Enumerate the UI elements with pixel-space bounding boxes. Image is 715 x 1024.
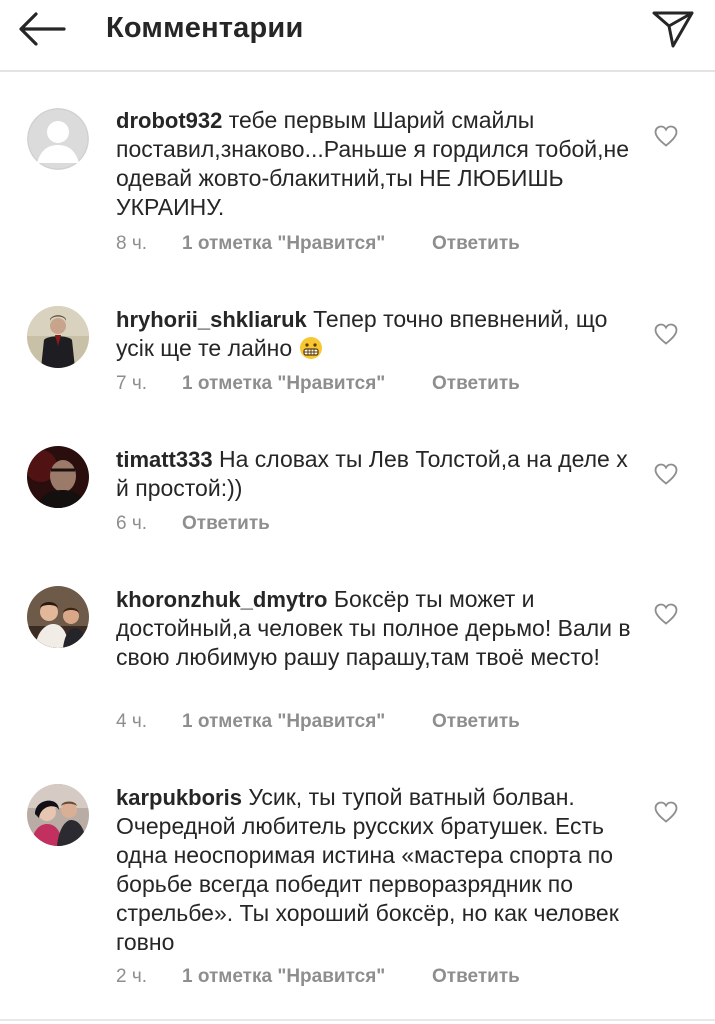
comment-text-block: drobot932 тебе первым Шарий смайлы поста… xyxy=(116,106,636,222)
grimacing-face-emoji xyxy=(299,336,323,360)
comment-time: 4 ч. xyxy=(116,711,148,732)
reply-button[interactable]: Ответить xyxy=(432,233,520,255)
user-photo xyxy=(27,306,89,368)
comment-username[interactable]: timatt333 xyxy=(116,447,213,472)
like-button[interactable] xyxy=(653,602,679,626)
heart-icon xyxy=(654,801,678,823)
comment-meta: 2 ч. 1 отметка "Нравится" Ответить xyxy=(116,966,520,988)
comment-time: 8 ч. xyxy=(116,233,148,254)
reply-button[interactable]: Ответить xyxy=(432,373,520,395)
heart-icon xyxy=(654,323,678,345)
reply-button[interactable]: Ответить xyxy=(432,711,520,733)
comment-time: 7 ч. xyxy=(116,373,148,394)
likes-count-link[interactable]: 1 отметка "Нравится" xyxy=(182,233,432,255)
comment-meta: 4 ч. 1 отметка "Нравится" Ответить xyxy=(116,711,520,733)
comment-text-block: karpukboris Усик, ты тупой ватный болван… xyxy=(116,783,636,957)
comment-text-block: hryhorii_shkliaruk Тепер точно впевнений… xyxy=(116,305,636,363)
like-button[interactable] xyxy=(653,462,679,486)
comment-meta: 7 ч. 1 отметка "Нравится" Ответить xyxy=(116,373,520,395)
heart-icon xyxy=(654,463,678,485)
like-button[interactable] xyxy=(653,322,679,346)
like-button[interactable] xyxy=(653,800,679,824)
reply-button[interactable]: Ответить xyxy=(182,513,270,535)
avatar[interactable] xyxy=(27,446,89,508)
avatar[interactable] xyxy=(27,108,89,170)
page-title: Комментарии xyxy=(106,12,304,44)
comment-time: 6 ч. xyxy=(116,513,148,534)
avatar[interactable] xyxy=(27,306,89,368)
back-button[interactable] xyxy=(14,9,68,49)
comment-username[interactable]: drobot932 xyxy=(116,108,222,133)
divider xyxy=(0,1019,715,1021)
paper-plane-icon xyxy=(652,11,694,48)
avatar[interactable] xyxy=(27,586,89,648)
comment-time: 2 ч. xyxy=(116,966,148,987)
comment-username[interactable]: khoronzhuk_dmytro xyxy=(116,587,327,612)
top-bar: Комментарии xyxy=(0,0,715,72)
comment-username[interactable]: karpukboris xyxy=(116,785,242,810)
reply-button[interactable]: Ответить xyxy=(432,966,520,988)
comment-text-block: khoronzhuk_dmytro Боксёр ты может и дост… xyxy=(116,585,636,672)
likes-count-link[interactable]: 1 отметка "Нравится" xyxy=(182,711,432,733)
heart-icon xyxy=(654,125,678,147)
user-photo xyxy=(27,586,89,648)
user-photo xyxy=(27,784,89,846)
comment-text-block: timatt333 На словах ты Лев Толстой,а на … xyxy=(116,445,636,503)
likes-count-link[interactable]: 1 отметка "Нравится" xyxy=(182,966,432,988)
comment-username[interactable]: hryhorii_shkliaruk xyxy=(116,307,307,332)
user-photo xyxy=(27,446,89,508)
share-button[interactable] xyxy=(650,8,696,50)
comment-meta: 6 ч. Ответить xyxy=(116,513,270,535)
avatar[interactable] xyxy=(27,784,89,846)
default-avatar-icon xyxy=(27,108,89,170)
likes-count-link[interactable]: 1 отметка "Нравится" xyxy=(182,373,432,395)
heart-icon xyxy=(654,603,678,625)
arrow-left-icon xyxy=(19,12,66,46)
comment-meta: 8 ч. 1 отметка "Нравится" Ответить xyxy=(116,233,520,255)
like-button[interactable] xyxy=(653,124,679,148)
